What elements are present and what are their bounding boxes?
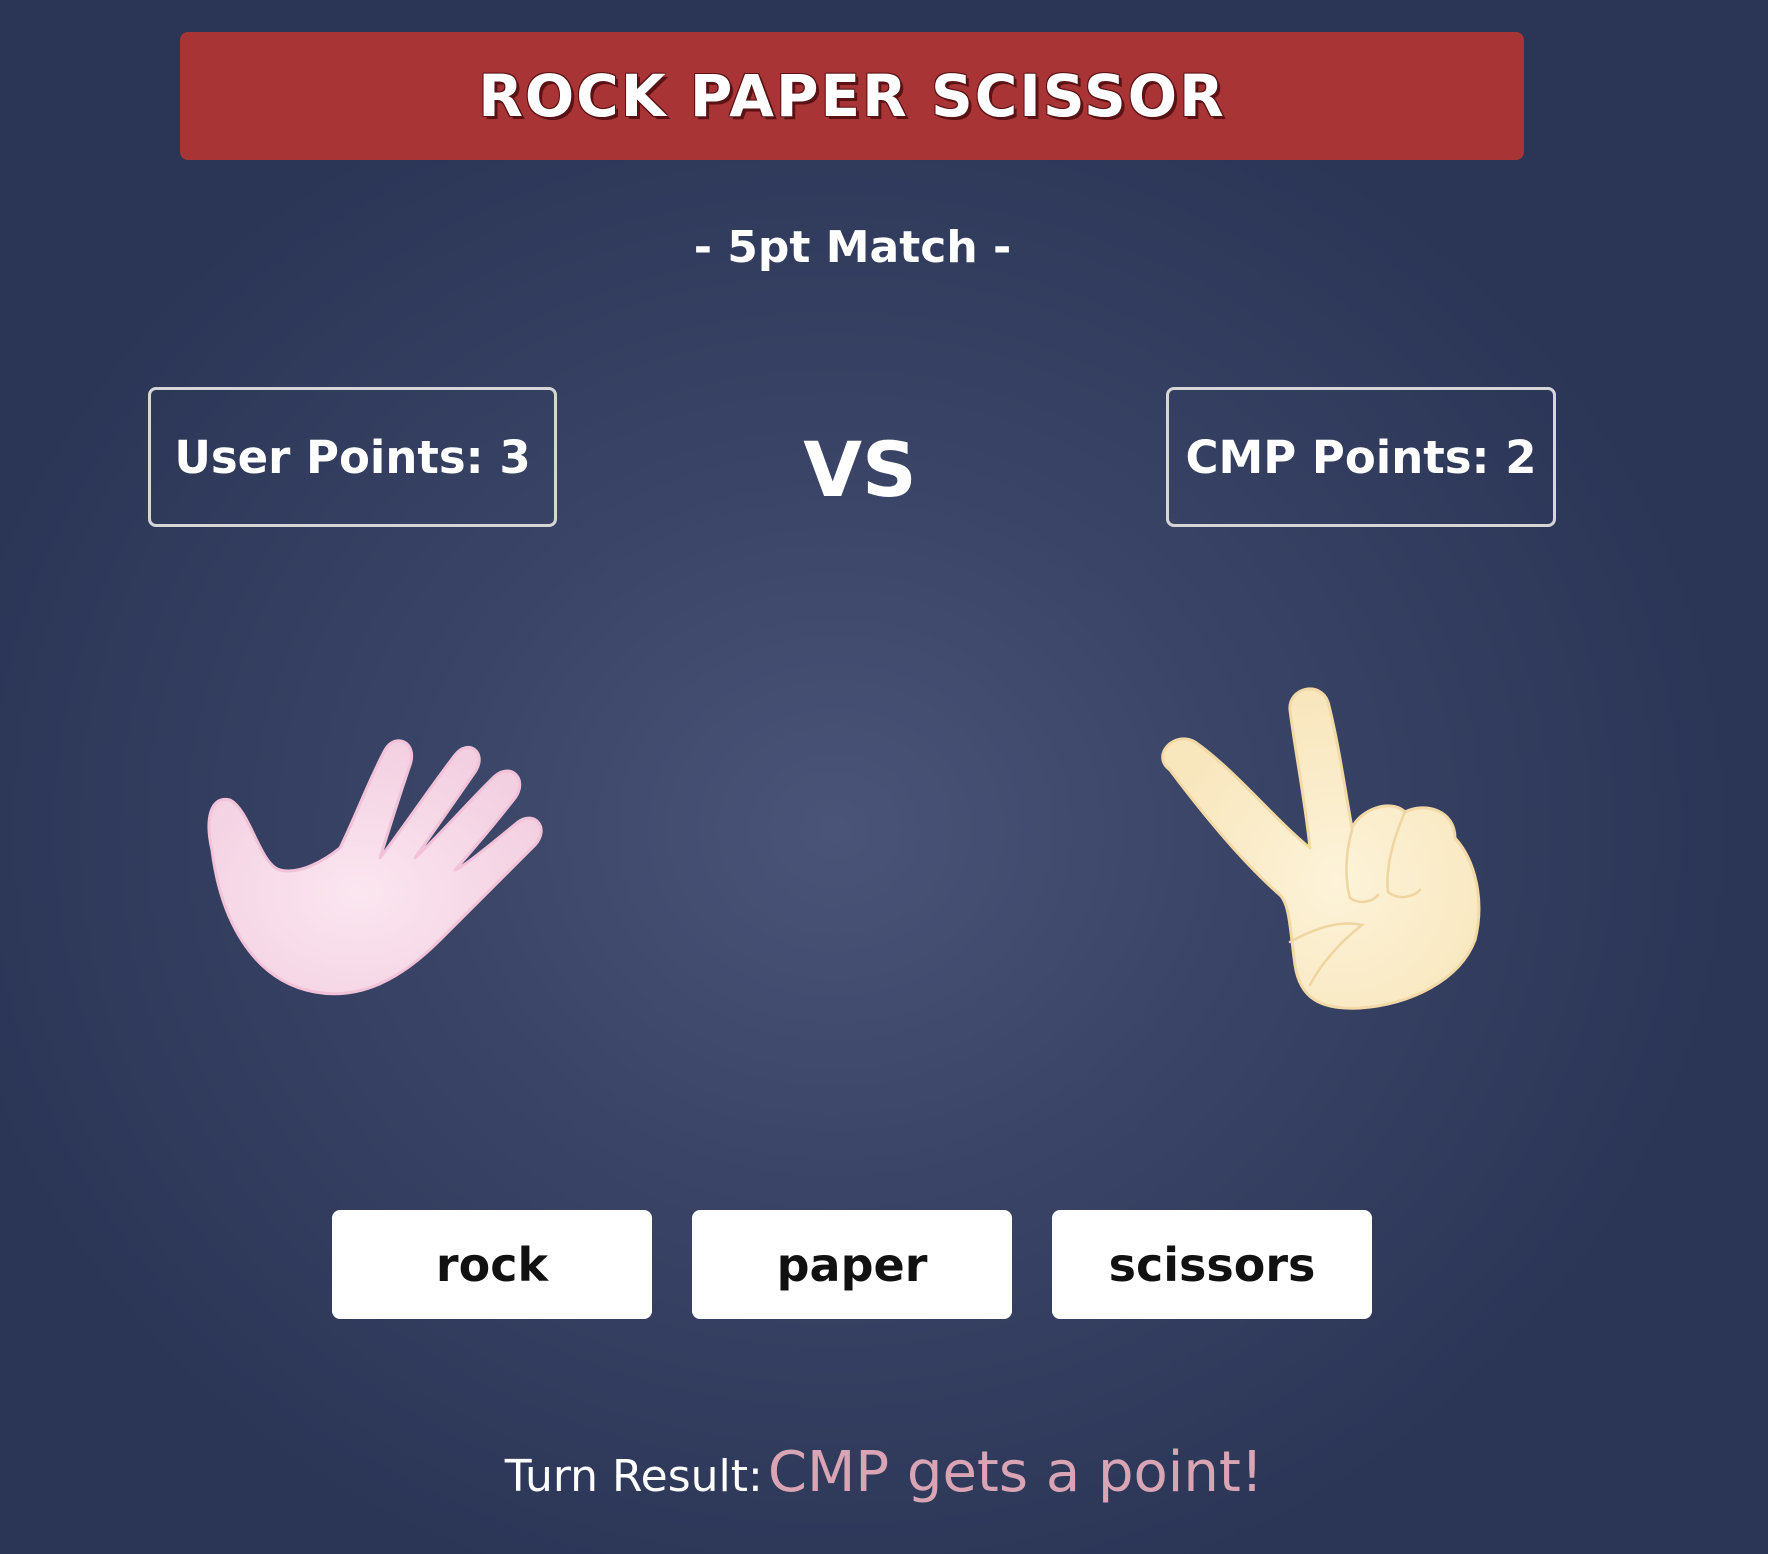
turn-result-value: CMP gets a point! bbox=[767, 1440, 1264, 1505]
vs-label: VS bbox=[803, 425, 917, 514]
turn-result: Turn Result: CMP gets a point! bbox=[0, 1440, 1768, 1505]
game-title: ROCK PAPER SCISSOR bbox=[478, 62, 1226, 130]
open-hand-paper-icon bbox=[200, 700, 560, 1040]
rock-button[interactable]: rock bbox=[332, 1210, 652, 1319]
cmp-points-box: CMP Points: 2 bbox=[1166, 387, 1556, 527]
turn-result-label: Turn Result: bbox=[504, 1451, 763, 1502]
user-points-label: User Points: 3 bbox=[174, 430, 531, 484]
title-banner: ROCK PAPER SCISSOR bbox=[180, 32, 1524, 160]
scissors-button[interactable]: scissors bbox=[1052, 1210, 1372, 1319]
paper-button[interactable]: paper bbox=[692, 1210, 1012, 1319]
peace-sign-scissors-icon bbox=[1140, 680, 1520, 1030]
cmp-points-label: CMP Points: 2 bbox=[1185, 430, 1537, 484]
user-points-box: User Points: 3 bbox=[148, 387, 557, 527]
match-label: - 5pt Match - bbox=[693, 222, 1012, 273]
